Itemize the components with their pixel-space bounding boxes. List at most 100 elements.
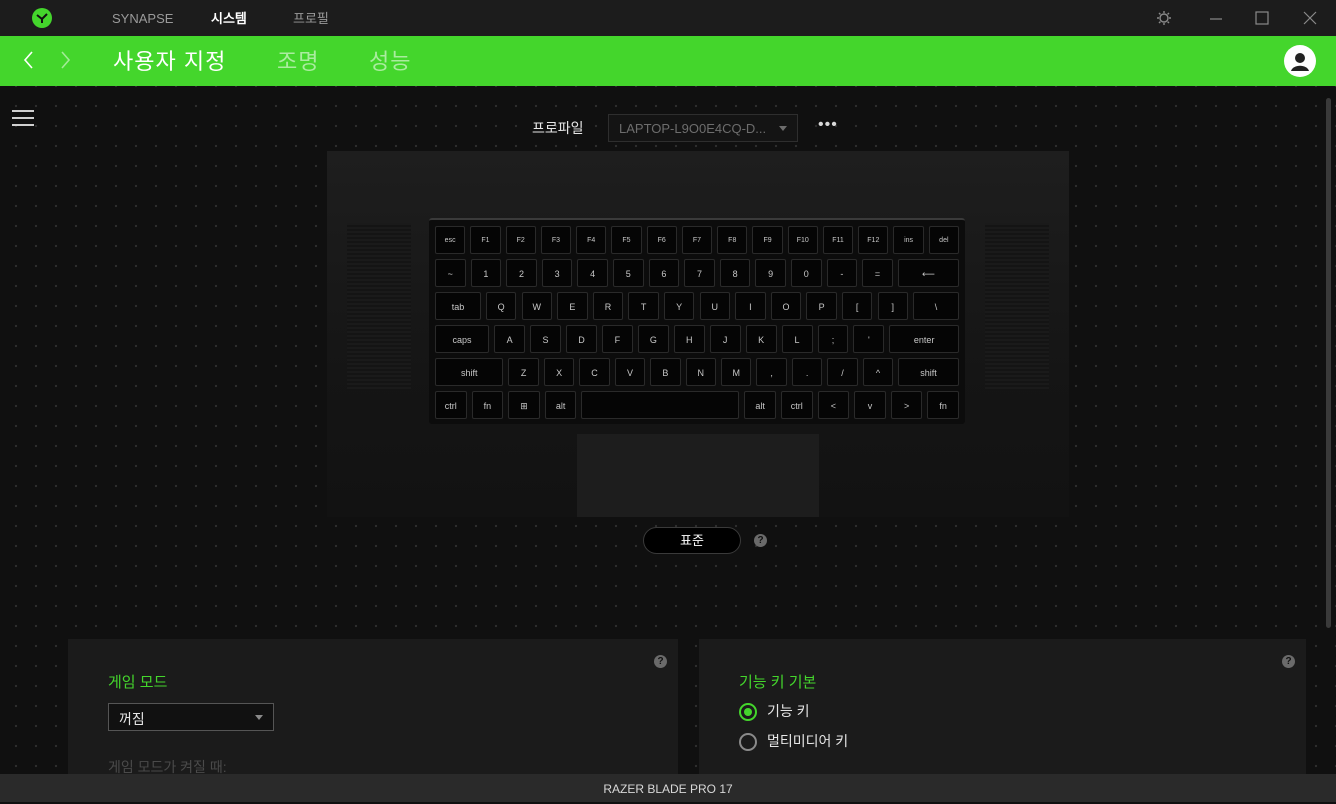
keyboard-key[interactable]: enter [889, 325, 959, 353]
keyboard-key[interactable]: E [557, 292, 588, 320]
tab-lighting[interactable]: 조명 [277, 44, 319, 76]
back-arrow-icon[interactable] [20, 48, 38, 72]
keyboard-key[interactable]: caps [435, 325, 490, 353]
keyboard-key[interactable]: , [756, 358, 787, 386]
keyboard-key[interactable]: F12 [858, 226, 889, 254]
keyboard-key[interactable]: ' [853, 325, 885, 353]
scrollbar[interactable] [1326, 98, 1331, 628]
keyboard-key[interactable]: ~ [435, 259, 466, 287]
keyboard-key[interactable]: del [928, 226, 959, 254]
keyboard-key[interactable]: ⟵ [897, 259, 959, 287]
nav-system[interactable]: 시스템 [211, 0, 247, 36]
keyboard-key[interactable]: A [494, 325, 526, 353]
keyboard-key[interactable]: . [791, 358, 823, 386]
keyboard-key[interactable]: Y [663, 292, 695, 320]
radio-multimedia-keys[interactable]: 멀티미디어 키 [739, 731, 848, 752]
keyboard-key[interactable]: F3 [540, 226, 572, 254]
keyboard-key[interactable]: ^ [862, 358, 894, 386]
keyboard-key[interactable]: G [637, 325, 669, 353]
standard-view-button[interactable]: 표준 [643, 527, 741, 554]
keyboard-key[interactable]: F [601, 325, 633, 353]
keyboard-key[interactable]: esc [435, 226, 466, 254]
nav-synapse[interactable]: SYNAPSE [112, 0, 173, 36]
keyboard-key[interactable]: J [709, 325, 741, 353]
keyboard-key[interactable]: T [628, 292, 659, 320]
keyboard-key[interactable]: 0 [791, 259, 822, 287]
settings-icon[interactable] [1154, 8, 1174, 28]
minimize-icon[interactable] [1206, 8, 1226, 28]
keyboard-key[interactable]: Q [485, 292, 517, 320]
profile-dropdown[interactable]: LAPTOP-L9O0E4CQ-D... [608, 114, 798, 142]
keyboard-key[interactable]: - [826, 259, 858, 287]
keyboard-key[interactable]: K [745, 325, 777, 353]
keyboard-key[interactable]: ctrl [781, 391, 813, 419]
tab-performance[interactable]: 성능 [369, 44, 411, 76]
keyboard-key[interactable]: 6 [648, 259, 680, 287]
help-icon[interactable]: ? [754, 534, 767, 547]
keyboard-key[interactable]: shift [435, 358, 504, 386]
keyboard-key[interactable]: v [854, 391, 886, 419]
keyboard-key[interactable]: Z [508, 358, 539, 386]
keyboard-key[interactable]: > [890, 391, 923, 419]
keyboard-key[interactable]: 1 [470, 259, 502, 287]
keyboard-key[interactable]: 5 [613, 259, 644, 287]
keyboard-key[interactable]: \ [913, 292, 959, 320]
keyboard-key[interactable]: F7 [681, 226, 713, 254]
game-mode-dropdown[interactable]: 꺼짐 [108, 703, 274, 731]
keyboard-key[interactable]: alt [544, 391, 577, 419]
close-icon[interactable] [1300, 8, 1320, 28]
avatar[interactable] [1284, 45, 1316, 77]
keyboard-key[interactable]: P [806, 292, 837, 320]
keyboard-key[interactable]: O [770, 292, 802, 320]
keyboard-key[interactable]: ins [893, 226, 924, 254]
keyboard-key[interactable]: fn [927, 391, 959, 419]
keyboard-key[interactable]: ctrl [435, 391, 467, 419]
keyboard-key[interactable]: L [781, 325, 813, 353]
keyboard-key[interactable]: M [721, 358, 752, 386]
keyboard-key[interactable]: S [530, 325, 561, 353]
keyboard-key[interactable]: F6 [646, 226, 677, 254]
keyboard-key[interactable]: C [579, 358, 610, 386]
keyboard-key[interactable]: N [685, 358, 716, 386]
keyboard-key[interactable]: B [650, 358, 681, 386]
help-icon[interactable]: ? [654, 655, 667, 668]
keyboard-key[interactable]: R [592, 292, 624, 320]
keyboard-key[interactable]: V [614, 358, 646, 386]
keyboard-key[interactable]: W [521, 292, 553, 320]
more-options-button[interactable]: ••• [818, 116, 838, 134]
forward-arrow-icon[interactable] [56, 48, 74, 72]
keyboard-key[interactable]: F1 [470, 226, 501, 254]
keyboard-key[interactable]: ] [877, 292, 909, 320]
keyboard-key[interactable]: 2 [506, 259, 537, 287]
keyboard-key[interactable]: 9 [755, 259, 786, 287]
keyboard-key[interactable]: F8 [717, 226, 748, 254]
keyboard-key[interactable]: < [817, 391, 850, 419]
radio-function-keys[interactable]: 기능 키 [739, 701, 810, 722]
keyboard-key[interactable]: F9 [752, 226, 783, 254]
keyboard-key[interactable]: F4 [576, 226, 607, 254]
keyboard-key[interactable]: F11 [822, 226, 854, 254]
keyboard-key[interactable]: X [543, 358, 575, 386]
help-icon[interactable]: ? [1282, 655, 1295, 668]
radio-selected-icon[interactable] [739, 703, 757, 722]
keyboard-key[interactable]: I [735, 292, 766, 320]
keyboard-key[interactable]: fn [471, 391, 504, 419]
radio-unselected-icon[interactable] [739, 733, 757, 752]
keyboard-key[interactable]: H [673, 325, 705, 353]
maximize-icon[interactable] [1252, 8, 1272, 28]
menu-icon[interactable] [12, 110, 36, 128]
keyboard-key[interactable] [581, 391, 740, 419]
razer-logo-icon[interactable] [32, 8, 52, 28]
keyboard-key[interactable]: F10 [787, 226, 818, 254]
keyboard-key[interactable]: 3 [541, 259, 573, 287]
keyboard-key[interactable]: D [566, 325, 597, 353]
keyboard-key[interactable]: alt [744, 391, 776, 419]
keyboard-key[interactable]: 7 [684, 259, 715, 287]
keyboard-key[interactable]: U [699, 292, 731, 320]
nav-profile[interactable]: 프로필 [293, 0, 329, 36]
keyboard-key[interactable]: tab [435, 292, 481, 320]
keyboard-key[interactable]: / [827, 358, 858, 386]
keyboard-key[interactable]: F5 [611, 226, 642, 254]
tab-customize[interactable]: 사용자 지정 [113, 44, 226, 76]
keyboard-key[interactable]: 4 [577, 259, 608, 287]
